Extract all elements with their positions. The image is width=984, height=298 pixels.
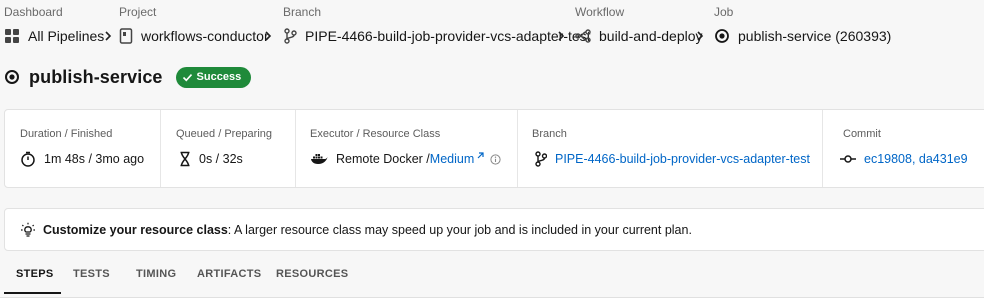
resource-class-link[interactable]: Medium (430, 152, 474, 166)
detail-executor-label: Executor / Resource Class (310, 128, 441, 140)
breadcrumb-all-pipelines-text: All Pipelines (28, 28, 105, 44)
job-icon (5, 70, 19, 84)
job-details-card: Duration / Finished 1m 48s / 3mo ago Que… (4, 109, 984, 188)
breadcrumb-job-current: publish-service (260393) (714, 27, 891, 45)
breadcrumb-all-pipelines-link[interactable]: All Pipelines (4, 27, 104, 45)
check-icon (182, 73, 192, 81)
detail-duration-value: 1m 48s / 3mo ago (44, 152, 145, 166)
tab-tests[interactable]: TESTS (73, 268, 110, 280)
detail-commit-label: Commit (843, 128, 881, 140)
detail-commit-value-wrap: ec19808, da431e9 (840, 150, 968, 168)
info-icon[interactable] (490, 153, 501, 165)
breadcrumb-project-link[interactable]: workflows-conductor (119, 27, 269, 45)
detail-executor-value: Remote Docker / (336, 152, 430, 166)
detail-duration: Duration / Finished 1m 48s / 3mo ago (5, 110, 160, 187)
tab-resources[interactable]: RESOURCES (276, 268, 348, 280)
detail-branch: Branch PIPE-4466-build-job-provider-vcs-… (517, 110, 822, 187)
breadcrumb-workflow-label: Workflow (575, 5, 625, 19)
detail-branch-value-wrap: PIPE-4466-build-job-provider-vcs-adapter… (535, 150, 810, 168)
breadcrumb-branch-text: PIPE-4466-build-job-provider-vcs-adapter… (305, 28, 591, 44)
tab-timing[interactable]: TIMING (136, 268, 176, 280)
detail-executor: Executor / Resource Class Remote Docker … (295, 110, 517, 187)
lightbulb-icon (21, 222, 35, 237)
breadcrumb-project-label: Project (119, 5, 157, 19)
breadcrumb-job-label: Job (714, 5, 734, 19)
active-tab-indicator (4, 292, 61, 294)
breadcrumb: Dashboard All Pipelines Project workflow… (0, 0, 984, 52)
tab-artifacts[interactable]: ARTIFACTS (197, 268, 261, 280)
detail-branch-label: Branch (532, 128, 567, 140)
breadcrumb-job-text: publish-service (260393) (738, 28, 892, 44)
detail-queued-value: 0s / 32s (199, 152, 243, 166)
repo-icon (119, 28, 133, 44)
breadcrumb-dashboard-label: Dashboard (4, 5, 63, 19)
branch-icon (535, 151, 547, 167)
detail-duration-label: Duration / Finished (20, 128, 113, 140)
external-link-icon[interactable] (476, 151, 485, 160)
banner-title: Customize your resource class (43, 222, 228, 237)
detail-branch-link[interactable]: PIPE-4466-build-job-provider-vcs-adapter… (555, 152, 810, 166)
chevron-right-icon (105, 31, 112, 41)
banner-message: : A larger resource class may speed up y… (227, 222, 692, 237)
page-title: publish-service (29, 66, 163, 87)
detail-queued-label: Queued / Preparing (176, 128, 273, 140)
breadcrumb-workflow-link[interactable]: build-and-deploy (575, 27, 703, 45)
tab-steps[interactable]: STEPS (16, 268, 54, 280)
detail-queued: Queued / Preparing 0s / 32s (160, 110, 295, 187)
chevron-right-icon (558, 31, 565, 41)
workflow-icon (575, 29, 591, 43)
chevron-right-icon (265, 31, 272, 41)
job-tabs: STEPS TESTS TIMING ARTIFACTS RESOURCES (0, 264, 984, 298)
status-badge-text: Success (196, 71, 242, 83)
chevron-right-icon (697, 31, 704, 41)
detail-commit-link[interactable]: ec19808, da431e9 (864, 152, 968, 166)
detail-queued-value-wrap: 0s / 32s (179, 150, 243, 168)
detail-commit: Commit ec19808, da431e9 (822, 110, 977, 187)
job-header: publish-service Success (4, 64, 252, 90)
stopwatch-icon (21, 151, 35, 167)
detail-duration-value-wrap: 1m 48s / 3mo ago (20, 150, 144, 168)
docker-icon (311, 154, 328, 164)
breadcrumb-branch-label: Branch (283, 5, 322, 19)
grid-icon (5, 29, 19, 43)
resource-class-banner: Customize your resource class : A larger… (4, 208, 984, 251)
breadcrumb-branch-link[interactable]: PIPE-4466-build-job-provider-vcs-adapter… (283, 27, 591, 45)
breadcrumb-workflow-text: build-and-deploy (599, 28, 703, 44)
hourglass-icon (180, 151, 190, 167)
job-icon (715, 29, 729, 43)
status-badge: Success (175, 66, 252, 88)
detail-executor-value-wrap: Remote Docker / Medium (310, 150, 501, 168)
breadcrumb-project-text: workflows-conductor (141, 28, 269, 44)
commit-icon (840, 155, 856, 163)
branch-icon (284, 28, 297, 44)
